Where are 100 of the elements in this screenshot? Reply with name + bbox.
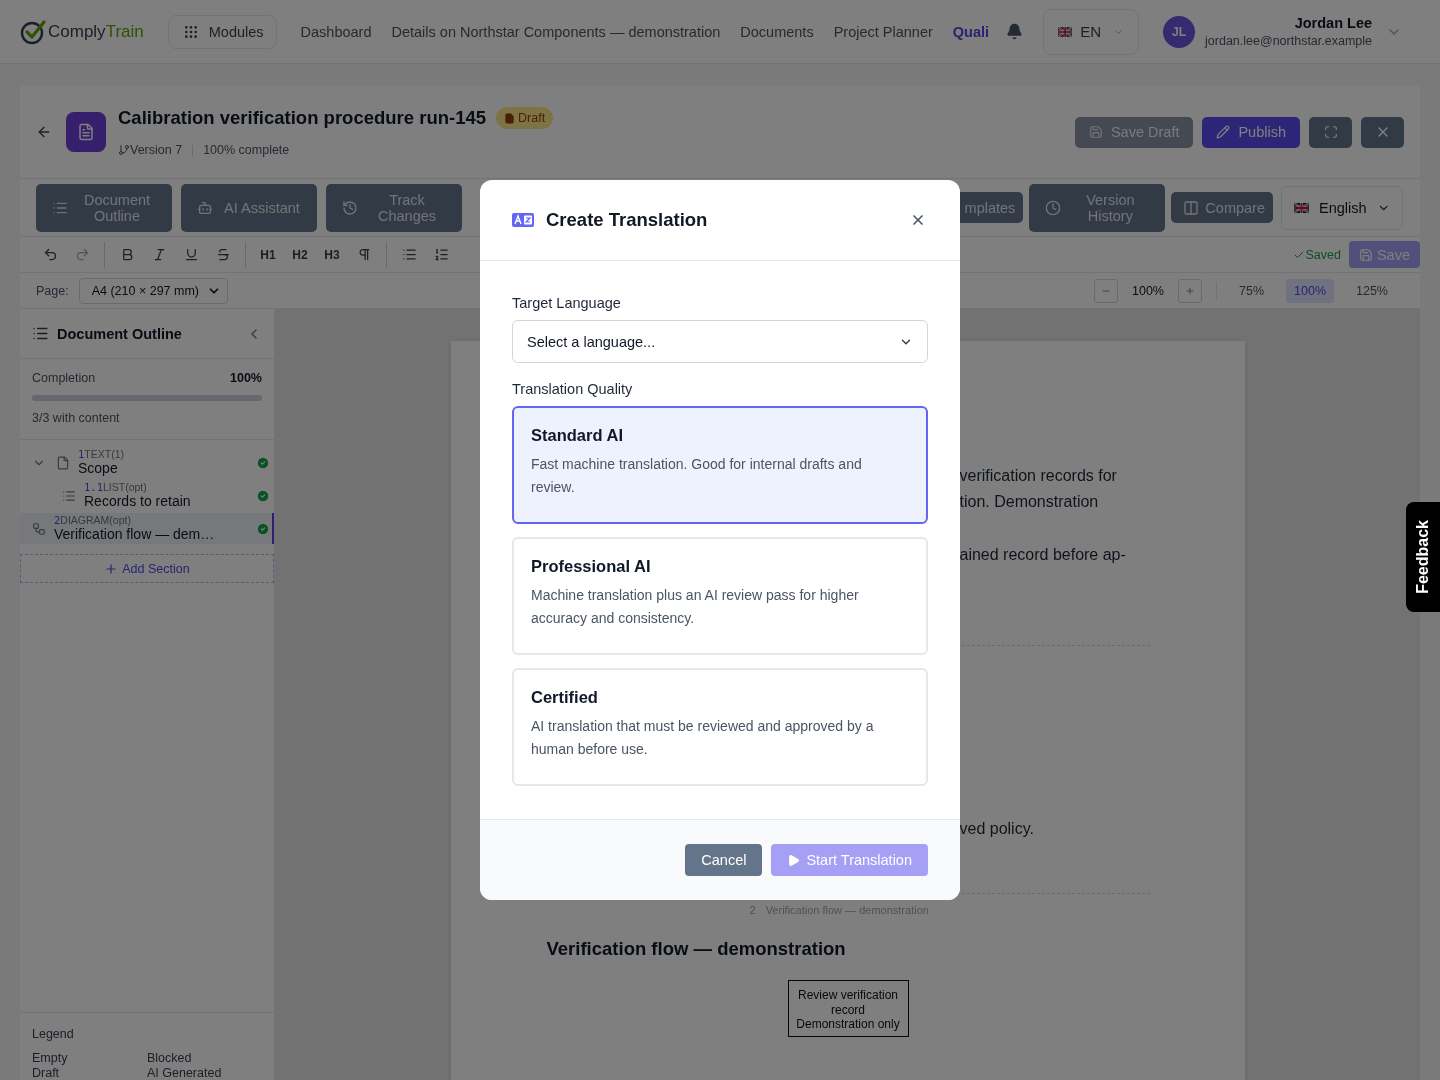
nav-link[interactable]: Documents [740,23,814,40]
quality-option[interactable]: Professional AI Machine translation plus an AI review pass for higher accuracy and consistency. [512,537,928,655]
section-name: Records to retain [84,493,192,510]
paragraph-text: ained record before ap- [959,545,1127,565]
page-size-select[interactable]: A4 (210 × 297 mm) [78,277,228,304]
legend-item: Empty [32,1051,69,1066]
section-type: 1TEXT(1) [78,448,125,460]
columns-icon [1183,199,1200,216]
plus-icon [104,561,119,576]
toolbar-button[interactable]: AI Assistant [181,183,317,232]
avatar[interactable]: JL [1163,15,1196,48]
language-select[interactable]: English [1281,185,1403,230]
nav-link[interactable]: Details on Northstar Components — demonstration [391,23,721,40]
quality-option[interactable]: Certified AI translation that must be reviewed and approved by a human before use. [512,668,928,786]
fullscreen-button[interactable] [1309,116,1352,148]
check-logo-icon [20,18,46,45]
progress-label: 100% complete [203,143,290,157]
undo-icon [42,247,58,262]
user-name: Jordan Lee [1294,15,1372,31]
outline-item[interactable]: 1TEXT(1) Scope [20,447,274,478]
paragraph-text: verification records for [959,466,1118,486]
option-title: Standard AI [531,426,624,445]
legend-item: AI Generated [147,1066,223,1080]
strikethrough-icon [215,247,231,262]
save-icon [1358,247,1373,262]
italic-icon [151,247,167,262]
toolbar-button[interactable]: Document Outline [36,183,172,232]
outline-item[interactable]: 2DIAGRAM(opt) Verification flow — dem… [20,513,274,544]
toolbar-button[interactable]: Version History [1029,183,1166,232]
option-title: Professional AI [531,557,652,576]
logo-text: ComplyTrain [48,21,144,42]
toolbar-button[interactable]: Track Changes [326,183,462,232]
completion-label: Completion [32,371,96,385]
zoom-preset[interactable]: 125% [1348,278,1396,303]
node-label: Review verification record [796,988,899,1017]
field-label: Target Language [512,295,622,311]
toolbar-button[interactable]: Compare [1171,192,1273,223]
option-description: Fast machine translation. Good for internal drafts and review. [531,455,863,497]
zoom-level: 100% [1132,283,1164,298]
legend-title: Legend [32,1027,75,1041]
option-title: Certified [531,688,599,707]
legend-item: Draft [32,1066,61,1080]
list-icon [62,488,76,503]
list-icon [32,325,49,342]
saved-status: Saved [1305,247,1341,262]
pilcrow-icon [356,247,372,262]
paragraph-text: tion. Demonstration [959,492,1100,512]
save-icon [1088,125,1103,139]
file-icon [504,112,516,124]
status-badge: Draft [496,107,554,129]
back-icon[interactable] [36,124,52,140]
modules-button[interactable]: Modules [167,14,277,49]
uk-flag-icon [1058,25,1073,38]
version-label: Version 7 [130,143,183,157]
section-type: 1.1LIST(opt) [84,481,148,493]
close-icon [910,212,926,228]
document-title: Calibration verification procedure run-145 [118,107,487,129]
redo-icon [74,247,90,262]
format-button[interactable]: H1 [254,241,282,268]
quality-option[interactable]: Standard AI Fast machine translation. Good for internal drafts and review. [512,406,928,524]
publish-button[interactable]: Publish [1202,116,1300,148]
node-label: Demonstration only [796,1017,900,1032]
section-type: 2DIAGRAM(opt) [54,514,132,526]
expand-icon [1323,125,1338,139]
outline-item[interactable]: 1.1LIST(opt) Records to retain [20,480,274,511]
bullet-list-icon [401,247,417,262]
play-icon [787,853,801,867]
numbered-list-icon [433,247,449,262]
paragraph-text: ved policy. [959,819,1035,839]
section-name: Verification flow — dem… [54,526,216,543]
underline-icon [183,247,199,262]
completion-value: 100% [230,371,262,385]
format-button[interactable]: H2 [286,241,314,268]
format-button[interactable]: H3 [318,241,346,268]
cancel-button[interactable]: Cancel [685,844,763,876]
file-icon [56,455,70,470]
section-name: Scope [78,460,119,477]
zoom-preset[interactable]: 100% [1286,278,1334,303]
pencil-icon [1216,125,1231,139]
nav-link[interactable]: Dashboard [300,23,372,40]
robot-icon [197,199,213,216]
add-section-button[interactable]: Add Section [20,554,274,583]
option-description: AI translation that must be reviewed and approved by a human before use. [531,717,875,759]
content-count: 3/3 with content [32,411,121,425]
language-selector[interactable]: EN [1043,8,1140,55]
bell-icon[interactable] [1006,23,1024,40]
nav-link[interactable]: Quali [952,23,990,40]
branch-icon [118,144,130,156]
page-label: Page: [36,283,69,298]
user-email: jordan.lee@northstar.example [1205,34,1372,48]
feedback-tab[interactable]: Feedback [1406,502,1440,612]
zoom-preset[interactable]: 75% [1231,278,1273,303]
language-select[interactable]: Select a language... [512,320,928,363]
history-icon [342,199,358,216]
grid-icon [182,23,199,40]
legend-item: Blocked [147,1051,193,1066]
document-icon [66,112,106,152]
uk-flag-icon [1294,201,1310,214]
nav-link[interactable]: Project Planner [833,23,933,40]
section-heading: Verification flow — demonstration [546,938,847,960]
